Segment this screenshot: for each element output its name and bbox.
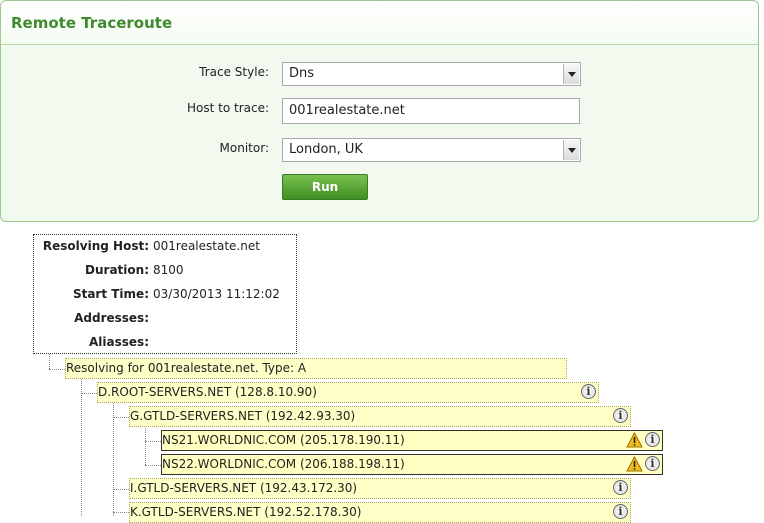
monitor-select[interactable]: London, UK <box>282 138 581 162</box>
monitor-label: Monitor: <box>219 141 269 155</box>
chevron-down-icon[interactable] <box>563 64 579 84</box>
tree-connector <box>145 441 161 442</box>
resolving-host-row: Resolving Host: 001realestate.net <box>34 239 296 261</box>
tree-root-node[interactable]: Resolving for 001realestate.net. Type: A <box>65 358 567 379</box>
host-input-value: 001realestate.net <box>289 103 405 118</box>
tree-node[interactable]: D.ROOT-SERVERS.NET (128.8.10.90) i <box>97 382 599 403</box>
info-icon[interactable]: i <box>581 384 596 399</box>
trace-style-select[interactable]: Dns <box>282 62 581 86</box>
tree-connector <box>49 354 50 369</box>
tree-connector <box>113 489 129 490</box>
resolving-host-label: Resolving Host: <box>42 239 149 253</box>
info-icon[interactable]: i <box>613 504 628 519</box>
tree-node-label: K.GTLD-SERVERS.NET (192.52.178.30) <box>130 505 362 519</box>
start-time-label: Start Time: <box>72 287 149 301</box>
info-icon[interactable]: i <box>613 480 628 495</box>
tree-connector <box>81 393 97 394</box>
chevron-down-icon[interactable] <box>563 140 579 160</box>
tree-node-label: I.GTLD-SERVERS.NET (192.43.172.30) <box>130 481 358 495</box>
trace-style-label: Trace Style: <box>199 65 269 79</box>
start-time-value: 03/30/2013 11:12:02 <box>153 287 280 301</box>
warning-icon[interactable] <box>626 432 643 448</box>
run-button[interactable]: Run <box>282 174 368 200</box>
trace-style-value: Dns <box>289 66 315 81</box>
tree-node[interactable]: I.GTLD-SERVERS.NET (192.43.172.30) i <box>129 478 631 499</box>
duration-label: Duration: <box>85 263 149 277</box>
tree-node[interactable]: G.GTLD-SERVERS.NET (192.42.93.30) i <box>129 406 631 427</box>
monitor-value: London, UK <box>289 142 363 157</box>
info-icon[interactable]: i <box>613 408 628 423</box>
tree-node-label: NS22.WORLDNIC.COM (206.188.198.11) <box>162 457 405 471</box>
result-summary: Resolving Host: 001realestate.net Durati… <box>33 234 297 354</box>
info-icon[interactable]: i <box>645 432 660 447</box>
warning-icon[interactable] <box>626 456 643 472</box>
resolving-host-value: 001realestate.net <box>153 239 260 253</box>
tree-connector <box>81 378 82 516</box>
panel-title: Remote Traceroute <box>11 14 173 32</box>
tree-connector <box>113 402 114 516</box>
duration-row: Duration: 8100 <box>34 263 296 285</box>
tree-connector <box>145 465 161 466</box>
tree-node-label: D.ROOT-SERVERS.NET (128.8.10.90) <box>98 385 317 399</box>
tree-root-label: Resolving for 001realestate.net. Type: A <box>66 361 307 375</box>
tree-node[interactable]: NS22.WORLDNIC.COM (206.188.198.11) i <box>161 454 663 475</box>
tree-connector <box>49 369 65 370</box>
host-input[interactable]: 001realestate.net <box>282 98 580 124</box>
host-label: Host to trace: <box>186 101 269 115</box>
tree-node-label: G.GTLD-SERVERS.NET (192.42.93.30) <box>130 409 356 423</box>
info-icon[interactable]: i <box>645 456 660 471</box>
tree-node[interactable]: K.GTLD-SERVERS.NET (192.52.178.30) i <box>129 502 631 523</box>
addresses-row: Addresses: <box>34 311 296 333</box>
tree-connector <box>113 512 129 513</box>
tree-connector <box>113 417 129 418</box>
start-time-row: Start Time: 03/30/2013 11:12:02 <box>34 287 296 309</box>
aliases-row: Aliasses: <box>34 335 296 357</box>
tree-node-label: NS21.WORLDNIC.COM (205.178.190.11) <box>162 433 405 447</box>
tree-connector <box>145 426 146 465</box>
tree-node[interactable]: NS21.WORLDNIC.COM (205.178.190.11) i <box>161 430 663 451</box>
aliases-label: Aliasses: <box>89 335 149 349</box>
addresses-label: Addresses: <box>74 311 149 325</box>
remote-traceroute-panel: Remote Traceroute Trace Style: Dns Host … <box>0 0 759 222</box>
duration-value: 8100 <box>153 263 184 277</box>
